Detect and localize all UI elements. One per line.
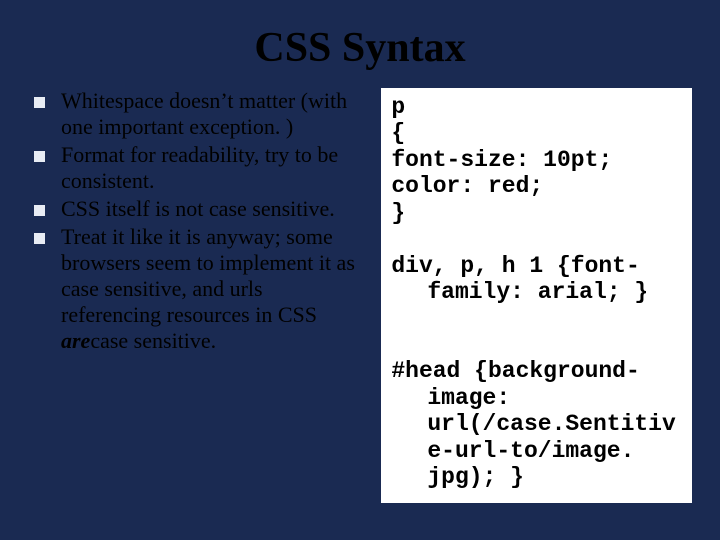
bullet-text: Treat it like it is anyway; some browser… bbox=[61, 224, 365, 354]
code-line: color: red; bbox=[391, 173, 682, 199]
list-item: CSS itself is not case sensitive. bbox=[34, 196, 365, 222]
page-title: CSS Syntax bbox=[28, 24, 692, 72]
code-line: { bbox=[391, 120, 405, 146]
code-line: #head {background-image: url(/case.Senti… bbox=[391, 358, 682, 490]
bullet-list: Whitespace doesn’t matter (with one impo… bbox=[28, 88, 371, 354]
right-column: p { font-size: 10pt;color: red;} div, p,… bbox=[381, 88, 692, 503]
code-line: div, p, h 1 {font-family: arial; } bbox=[391, 253, 682, 306]
bullet-em: are bbox=[61, 328, 90, 353]
bullet-pre: Treat it like it is anyway; some browser… bbox=[61, 224, 355, 327]
bullet-text: CSS itself is not case sensitive. bbox=[61, 196, 335, 222]
square-bullet-icon bbox=[34, 97, 45, 108]
square-bullet-icon bbox=[34, 151, 45, 162]
left-column: Whitespace doesn’t matter (with one impo… bbox=[28, 88, 371, 503]
list-item: Treat it like it is anyway; some browser… bbox=[34, 224, 365, 354]
bullet-post: case sensitive. bbox=[90, 328, 216, 353]
code-line: } bbox=[391, 200, 405, 226]
bullet-text: Format for readability, try to be consis… bbox=[61, 142, 365, 194]
slide: CSS Syntax Whitespace doesn’t matter (wi… bbox=[0, 0, 720, 540]
list-item: Format for readability, try to be consis… bbox=[34, 142, 365, 194]
code-block: p { font-size: 10pt;color: red;} div, p,… bbox=[381, 88, 692, 503]
columns: Whitespace doesn’t matter (with one impo… bbox=[28, 88, 692, 503]
list-item: Whitespace doesn’t matter (with one impo… bbox=[34, 88, 365, 140]
code-line: font-size: 10pt; bbox=[391, 147, 682, 173]
square-bullet-icon bbox=[34, 233, 45, 244]
square-bullet-icon bbox=[34, 205, 45, 216]
code-line: p bbox=[391, 94, 405, 120]
bullet-text: Whitespace doesn’t matter (with one impo… bbox=[61, 88, 365, 140]
